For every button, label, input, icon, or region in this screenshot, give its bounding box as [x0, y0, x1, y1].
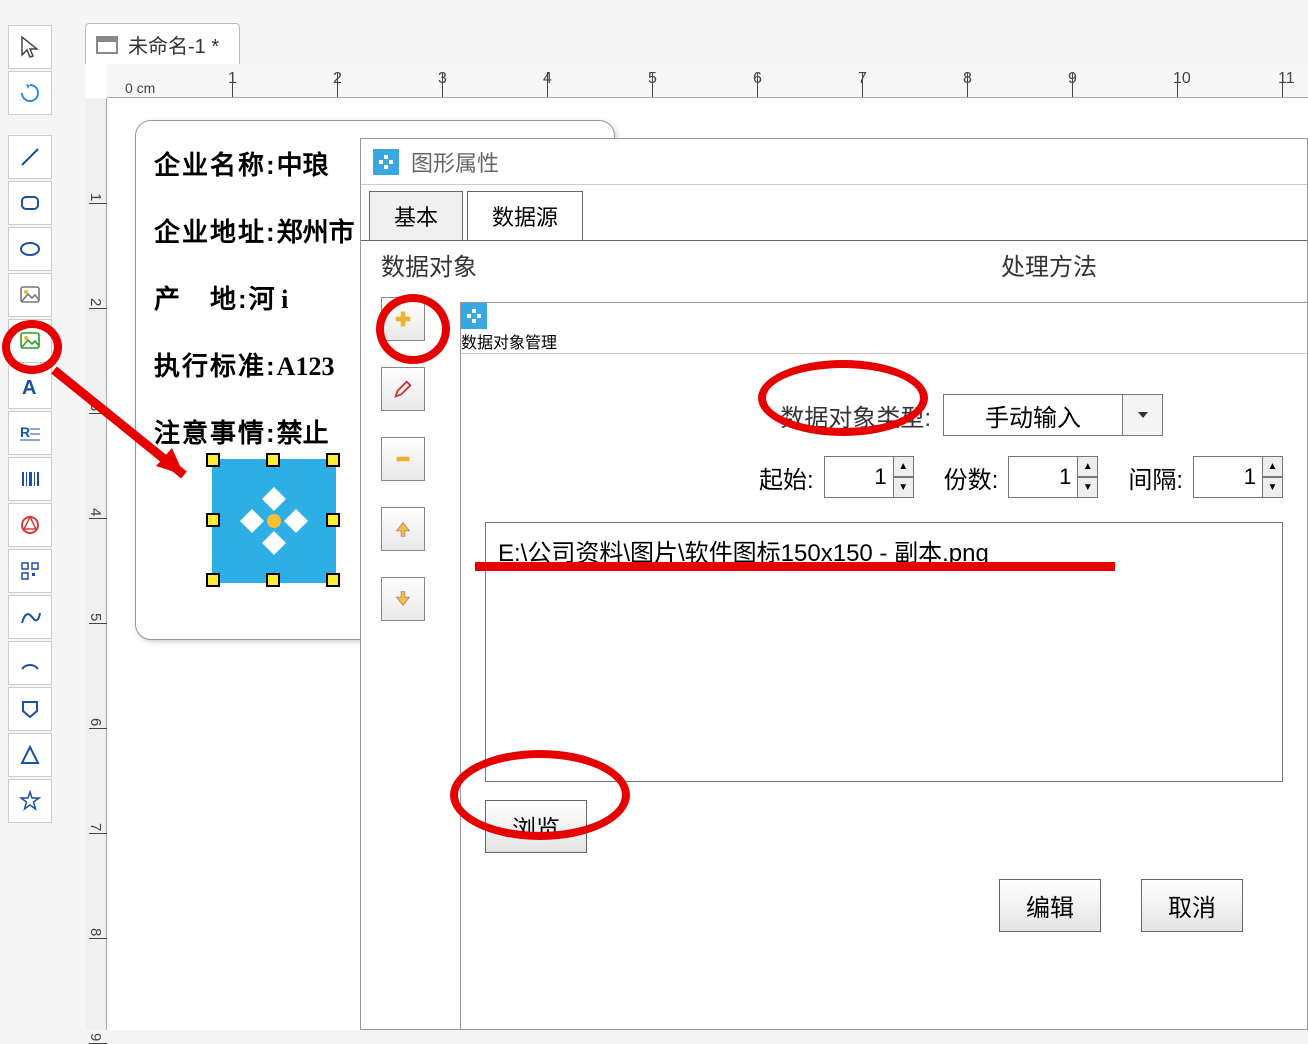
tool-pointer[interactable] [8, 25, 52, 69]
dialog-data-object-manage: 数据对象管理 数据对象类型: 起始: ▲▼ 份数: ▲▼ 间隔: ▲▼ E:\公… [460, 302, 1308, 1030]
edit-confirm-button[interactable]: 编辑 [999, 879, 1101, 932]
tool-richtext[interactable]: R [8, 411, 52, 455]
path-textbox[interactable]: E:\公司资料\图片\软件图标150x150 - 副本.png [485, 522, 1283, 782]
svg-text:A: A [22, 377, 36, 399]
label-process-method: 处理方法 [1001, 247, 1097, 282]
ruler-vertical: 1 2 3 4 5 6 7 8 9 [85, 98, 107, 1030]
tool-text[interactable]: A [8, 365, 52, 409]
dialog2-title: 数据对象管理 [461, 335, 557, 352]
tool-image-color[interactable] [8, 319, 52, 363]
document-title: 未命名-1 * [128, 30, 219, 59]
move-up-button[interactable] [381, 507, 425, 551]
tool-barcode[interactable] [8, 457, 52, 501]
tool-line[interactable] [8, 135, 52, 179]
placeholder-image[interactable] [214, 461, 334, 581]
tool-arc[interactable] [8, 641, 52, 685]
tool-roundrect[interactable] [8, 181, 52, 225]
ruler-horizontal: 0 cm 1 2 3 4 5 6 7 8 9 10 11 [107, 64, 1308, 98]
tool-rotate[interactable] [8, 71, 52, 115]
dialog1-title: 图形属性 [411, 146, 499, 178]
dialog-icon [373, 149, 399, 175]
count-spinner[interactable]: ▲▼ [1008, 456, 1098, 498]
edit-button[interactable] [381, 367, 425, 411]
label-data-type: 数据对象类型: [780, 398, 931, 433]
tab-datasource[interactable]: 数据源 [467, 191, 583, 241]
label-start: 起始: [759, 460, 814, 495]
tool-image[interactable] [8, 273, 52, 317]
tab-basic[interactable]: 基本 [369, 191, 463, 241]
chevron-down-icon[interactable] [1123, 394, 1163, 436]
tool-ellipse[interactable] [8, 227, 52, 271]
data-type-combo[interactable] [943, 394, 1163, 436]
document-tab[interactable]: 未命名-1 * [85, 23, 240, 65]
label-data-object: 数据对象 [381, 247, 477, 282]
window-icon [96, 36, 118, 54]
browse-button[interactable]: 浏览 [485, 800, 587, 853]
dialog-icon [461, 303, 487, 329]
tool-shape-a[interactable] [8, 503, 52, 547]
move-down-button[interactable] [381, 577, 425, 621]
remove-button[interactable] [381, 437, 425, 481]
add-button[interactable] [381, 297, 425, 341]
step-spinner[interactable]: ▲▼ [1193, 456, 1283, 498]
tool-star[interactable] [8, 779, 52, 823]
start-spinner[interactable]: ▲▼ [824, 456, 914, 498]
cancel-button[interactable]: 取消 [1141, 879, 1243, 932]
label-step: 间隔: [1128, 460, 1183, 495]
tool-curve[interactable] [8, 595, 52, 639]
tool-polygon[interactable] [8, 687, 52, 731]
label-count: 份数: [944, 460, 999, 495]
data-type-input[interactable] [943, 394, 1123, 436]
svg-text:R: R [20, 424, 30, 440]
tool-qrcode[interactable] [8, 549, 52, 593]
tool-triangle[interactable] [8, 733, 52, 777]
